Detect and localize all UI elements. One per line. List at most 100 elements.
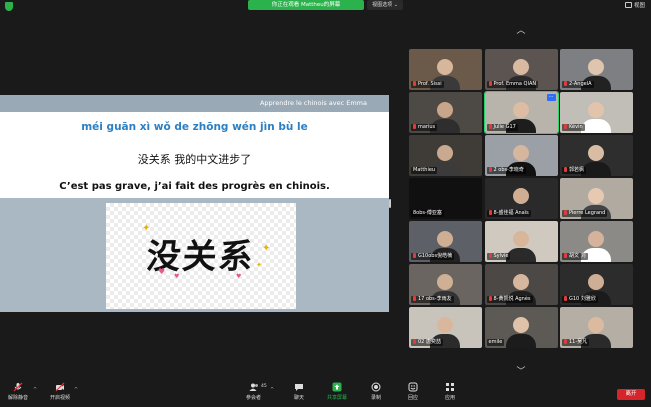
- participant-tile[interactable]: Prof. Emma QIAN: [484, 49, 558, 90]
- participant-name-label: Pierre Legrand: [569, 210, 606, 216]
- zoom-meeting-window: 你正在观看 Mattheu的屏幕 视图选项 ⌄ 视图 Apprendre le …: [0, 0, 651, 407]
- participant-tile[interactable]: Kévin: [560, 92, 633, 133]
- participant-name-label: 17 obs-李雨友: [418, 296, 452, 302]
- participant-video: [588, 145, 604, 161]
- participant-name-label: 8-黄凯悦 Agnès: [493, 296, 531, 302]
- participant-name-label: 2 obs-李晓奇: [493, 167, 524, 173]
- view-options-button[interactable]: 视图选项 ⌄: [367, 0, 403, 10]
- participant-video: [512, 102, 529, 118]
- participant-name-label: Matthieu: [413, 167, 436, 173]
- record-button[interactable]: 录制: [371, 382, 381, 401]
- split-divider-handle[interactable]: [389, 199, 391, 208]
- chevron-down-icon[interactable]: ﹀: [514, 368, 528, 377]
- reactions-label: 回应: [408, 395, 419, 401]
- participant-name: Matthieu: [411, 167, 438, 174]
- shared-screen: Apprendre le chinois avec Emma méi guān …: [0, 95, 389, 312]
- share-screen-icon: [332, 382, 342, 392]
- unmute-label: 解除静音: [8, 395, 29, 401]
- participants-count: 45: [261, 384, 267, 389]
- chat-icon: [295, 384, 303, 391]
- participant-tile[interactable]: marius: [409, 92, 482, 133]
- muted-mic-icon: [413, 339, 416, 344]
- camera-off-icon: [55, 382, 65, 392]
- share-screen-label: 共享屏幕: [327, 395, 348, 401]
- participant-video: [437, 145, 453, 161]
- participant-name-label: 郭若枫: [569, 167, 585, 173]
- start-video-button[interactable]: 开启视频: [50, 382, 70, 401]
- participant-name-label: Sylvie: [493, 253, 509, 259]
- unmute-button[interactable]: 解除静音: [8, 382, 28, 401]
- participant-name: 8obs-傅亚塞: [411, 210, 444, 217]
- shield-icon[interactable]: [5, 2, 13, 11]
- participant-name: 胡文 刘: [562, 253, 588, 260]
- chevron-up-icon[interactable]: ^: [270, 387, 274, 393]
- participant-tile[interactable]: ··· Julie G17: [483, 91, 559, 134]
- participant-name: Julie G17: [486, 124, 518, 131]
- participant-video: [588, 231, 604, 247]
- chat-button[interactable]: 聊天: [294, 382, 304, 401]
- muted-mic-icon: [564, 210, 567, 215]
- participant-name-label: Julie G17: [493, 124, 516, 130]
- participant-tile[interactable]: 胡文 刘: [560, 221, 633, 262]
- share-screen-button[interactable]: 共享屏幕: [327, 382, 347, 401]
- view-label: 视图: [633, 3, 645, 9]
- participant-tile[interactable]: 8-黄凯悦 Agnès: [484, 264, 558, 305]
- muted-mic-icon: [413, 296, 416, 301]
- heart-icon: ♥: [236, 273, 242, 280]
- participant-video: [437, 188, 453, 204]
- participant-name-label: 胡文 刘: [569, 253, 586, 259]
- participant-tile[interactable]: G10 刘雅欣: [560, 264, 633, 305]
- muted-mic-icon: [488, 296, 492, 301]
- muted-mic-icon: [564, 339, 567, 344]
- apps-button[interactable]: 应用: [445, 382, 455, 401]
- participant-name: 02 唐奕喆: [411, 339, 443, 346]
- chevron-up-icon[interactable]: ︿: [514, 27, 528, 36]
- participant-name: G10 刘雅欣: [562, 296, 598, 303]
- apps-label: 应用: [445, 395, 456, 401]
- participants-button[interactable]: 参会者: [246, 382, 261, 401]
- view-button[interactable]: 视图: [624, 1, 645, 9]
- participant-tile[interactable]: Sylvie: [484, 221, 558, 262]
- heart-icon: ♥: [158, 267, 166, 276]
- apps-icon: [446, 383, 454, 391]
- participant-tile[interactable]: 02 唐奕喆: [409, 307, 482, 348]
- slide-illustration: ✦ ✦ ✦ 没关系 ♥ ♥ ♥: [106, 203, 296, 309]
- slide-pinyin: méi guān xì wǒ de zhōng wén jìn bù le: [81, 121, 308, 133]
- record-label: 录制: [371, 395, 382, 401]
- microphone-muted-icon: [13, 382, 23, 392]
- participant-tile[interactable]: Matthieu: [409, 135, 482, 176]
- participant-tile[interactable]: 2-AngelA: [560, 49, 633, 90]
- participant-tile[interactable]: 郭若枫: [560, 135, 633, 176]
- participant-tile[interactable]: 17 obs-李雨友: [409, 264, 482, 305]
- participant-name-label: Prof. Emma QIAN: [493, 81, 537, 87]
- participant-name-label: G10obs倪皓楠: [418, 253, 453, 259]
- participant-video: [437, 317, 453, 333]
- participant-tile[interactable]: 2 obs-李晓奇: [484, 135, 558, 176]
- participant-tile[interactable]: G10obs倪皓楠: [409, 221, 482, 262]
- participant-tile[interactable]: 8-盛佳福 Anaïs: [484, 178, 558, 219]
- leave-button[interactable]: 离开: [617, 389, 645, 400]
- participant-name: 11-吴凡: [562, 339, 590, 346]
- participant-name: emile: [486, 339, 505, 346]
- muted-mic-icon: [413, 253, 416, 258]
- participant-name: 8-黄凯悦 Agnès: [486, 296, 533, 303]
- muted-mic-icon: [413, 124, 416, 129]
- participant-tile[interactable]: Prof. Sissi: [409, 49, 482, 90]
- participant-tile[interactable]: emile: [484, 307, 558, 348]
- participant-video: [588, 317, 604, 333]
- participant-tile[interactable]: Pierre Legrand: [560, 178, 633, 219]
- more-options-icon[interactable]: ···: [546, 94, 556, 101]
- illustration-calligraphy: 没关系: [144, 237, 257, 277]
- chevron-up-icon[interactable]: ^: [74, 387, 78, 393]
- participant-tile[interactable]: 8obs-傅亚塞: [409, 178, 482, 219]
- participant-name: 2-AngelA: [562, 81, 594, 88]
- reactions-button[interactable]: 回应: [408, 382, 418, 401]
- participant-video: [512, 59, 529, 75]
- participant-name-label: Kévin: [569, 124, 583, 130]
- muted-mic-icon: [488, 167, 492, 172]
- participant-video: [437, 59, 453, 75]
- participant-tile[interactable]: 11-吴凡: [560, 307, 633, 348]
- muted-mic-icon: [564, 167, 567, 172]
- chevron-up-icon[interactable]: ^: [33, 387, 37, 393]
- participant-name-label: 02 唐奕喆: [418, 339, 441, 345]
